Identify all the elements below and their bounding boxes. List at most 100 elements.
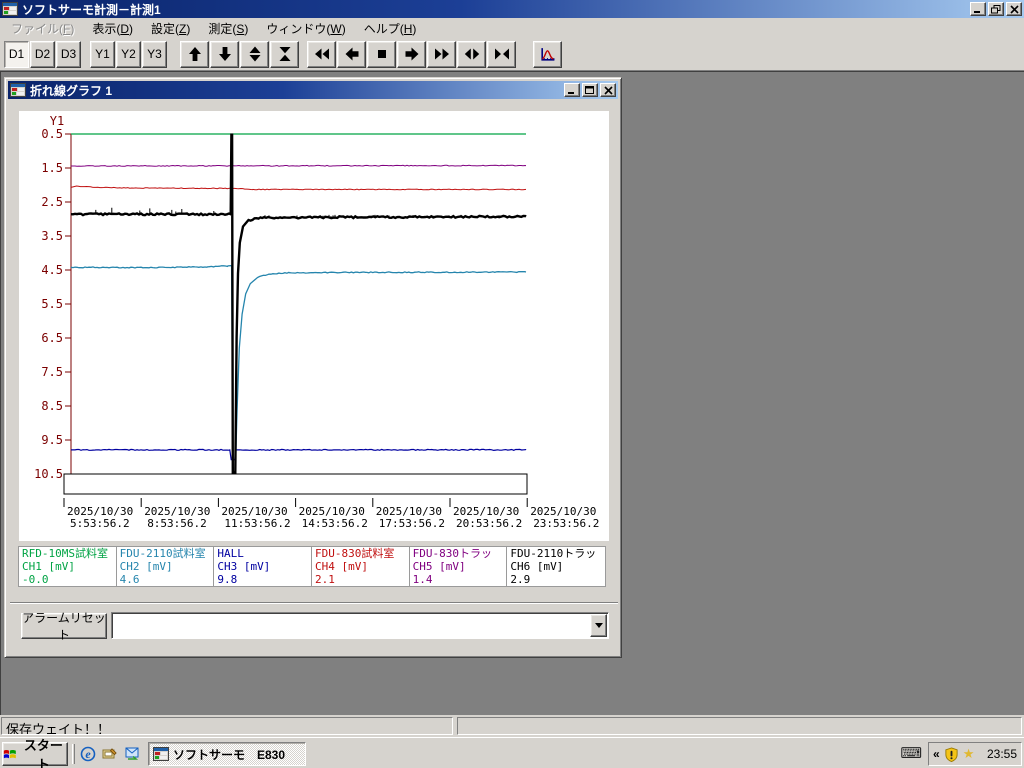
graph-window-icon — [10, 83, 26, 97]
series-ch4-line — [70, 185, 527, 191]
app-icon — [153, 747, 169, 761]
y-tick-label: 3.5 — [41, 229, 63, 243]
rewind-button[interactable] — [307, 40, 336, 68]
star-tray-icon[interactable]: ★ — [963, 746, 975, 762]
security-shield-icon[interactable] — [944, 746, 959, 762]
x-tick-time: 20:53:56.2 — [456, 517, 522, 530]
y-tick-label: 2.5 — [41, 195, 63, 209]
main-title-bar[interactable]: ソフトサーモ計測－計測1 — [0, 0, 1024, 18]
graph-minimize-button[interactable] — [564, 83, 580, 97]
legend-cell-ch5: FDU-830トラッ CH5 [mV] 1.4 — [410, 547, 508, 586]
expand-horizontal-icon — [464, 48, 479, 60]
legend-cell-ch3: HALL CH3 [mV] 9.8 — [214, 547, 312, 586]
y2-button[interactable]: Y2 — [116, 40, 141, 68]
minimize-button[interactable] — [970, 2, 986, 16]
graph-window: 折れ線グラフ 1 Y1 0.5 1.5 2.5 3.5 4.5 5.5 6.5 7.5 8.5 9.… — [4, 77, 622, 658]
taskbar: スタート e ソフトサーモ E830 ⌨ « ★ 23:55 — [0, 737, 1024, 768]
scroll-up-button[interactable] — [180, 40, 209, 68]
series-ch3-line — [70, 448, 527, 461]
y-tick-label: 7.5 — [41, 365, 63, 379]
y3-button[interactable]: Y3 — [142, 40, 167, 68]
system-tray: « ★ 23:55 — [928, 742, 1022, 766]
menu-item-measure[interactable]: 測定(S) — [199, 18, 257, 39]
minimize-icon — [568, 91, 574, 94]
menu-item-help[interactable]: ヘルプ(H) — [355, 18, 426, 39]
y-tick-label: 0.5 — [41, 127, 63, 141]
status-bar: 保存ウェイト！！ — [0, 715, 1024, 737]
x-tick-time: 8:53:56.2 — [147, 517, 207, 530]
outlook-express-icon[interactable] — [122, 744, 142, 764]
series-ch6-line — [70, 133, 527, 474]
status-panel-right — [457, 717, 1022, 735]
combo-dropdown-button[interactable] — [590, 614, 607, 637]
x-tick-time: 14:53:56.2 — [302, 517, 368, 530]
compress-vertical-button[interactable] — [270, 40, 299, 68]
graph-close-button[interactable] — [600, 83, 616, 97]
menu-item-setting[interactable]: 設定(Z) — [142, 18, 199, 39]
start-button[interactable]: スタート — [2, 738, 68, 768]
series-ch5-line — [71, 164, 527, 167]
expand-horizontal-button[interactable] — [457, 40, 486, 68]
arrow-right-icon — [405, 47, 418, 61]
x-tick-time: 11:53:56.2 — [224, 517, 290, 530]
y1-button[interactable]: Y1 — [90, 40, 115, 68]
toolbar: D1 D2 D3 Y1 Y2 Y3 — [0, 38, 1024, 71]
maximize-icon — [585, 85, 594, 94]
close-button[interactable] — [1006, 2, 1022, 16]
scroll-left-button[interactable] — [337, 40, 366, 68]
screen: ソフトサーモ計測－計測1 ファイル(F) 表示(D) 設定(Z) 測定(S) ウィンドウ… — [0, 0, 1024, 768]
y-tick-label: 1.5 — [41, 161, 63, 175]
alarm-combo-box[interactable] — [111, 612, 609, 639]
y-tick-label: 10.5 — [34, 467, 63, 481]
windows-logo-icon — [3, 749, 16, 759]
x-tick-time: 17:53:56.2 — [379, 517, 445, 530]
taskbar-app-label: ソフトサーモ E830 — [173, 747, 286, 762]
quick-launch-handle[interactable] — [72, 744, 75, 764]
x-tick-time: 23:53:56.2 — [533, 517, 599, 530]
expand-vertical-button[interactable] — [240, 40, 269, 68]
graph-window-title-bar[interactable]: 折れ線グラフ 1 — [8, 81, 618, 99]
close-icon — [1009, 4, 1019, 14]
arrow-left-icon — [345, 47, 358, 61]
compress-horizontal-icon — [494, 48, 509, 60]
close-icon — [603, 85, 613, 95]
scroll-right-button[interactable] — [397, 40, 426, 68]
d1-button[interactable]: D1 — [4, 40, 29, 68]
scroll-down-button[interactable] — [210, 40, 239, 68]
restore-icon — [991, 4, 1001, 13]
y-tick-label: 8.5 — [41, 399, 63, 413]
legend-cell-ch4: FDU-830試料室 CH4 [mV] 2.1 — [312, 547, 410, 586]
menu-item-view[interactable]: 表示(D) — [83, 18, 142, 39]
app-icon — [2, 2, 18, 16]
restore-button[interactable] — [988, 2, 1004, 16]
status-message: 保存ウェイト！！ — [1, 717, 453, 735]
y-tick-label: 5.5 — [41, 297, 63, 311]
d3-button[interactable]: D3 — [56, 40, 81, 68]
compress-vertical-icon — [279, 47, 290, 61]
taskbar-clock: 23:55 — [986, 747, 1017, 761]
chevron-down-icon — [594, 623, 603, 628]
svg-text:e: e — [85, 747, 91, 761]
tray-collapse-chevron[interactable]: « — [933, 747, 940, 761]
menu-item-file[interactable]: ファイル(F) — [2, 18, 83, 39]
compress-horizontal-button[interactable] — [487, 40, 516, 68]
d2-button[interactable]: D2 — [30, 40, 55, 68]
y-tick-label: 9.5 — [41, 433, 63, 447]
keyboard-tray-icon[interactable]: ⌨ — [900, 744, 922, 762]
graph-window-title: 折れ線グラフ 1 — [30, 83, 113, 98]
y-tick-label: 4.5 — [41, 263, 63, 277]
alarm-reset-button[interactable]: アラームリセット — [21, 611, 107, 642]
fast-forward-icon — [434, 48, 449, 60]
graph-settings-button[interactable] — [533, 40, 562, 68]
fast-forward-button[interactable] — [427, 40, 456, 68]
taskbar-app-button[interactable]: ソフトサーモ E830 — [148, 742, 306, 766]
rewind-icon — [314, 48, 329, 60]
show-desktop-icon[interactable] — [100, 744, 120, 764]
stop-icon — [377, 50, 386, 58]
internet-explorer-icon[interactable]: e — [78, 744, 98, 764]
stop-button[interactable] — [367, 40, 396, 68]
x-tick-time: 5:53:56.2 — [70, 517, 130, 530]
menu-item-window[interactable]: ウィンドウ(W) — [257, 18, 354, 39]
y-axis-label: Y1 — [50, 114, 64, 128]
graph-maximize-button[interactable] — [582, 83, 598, 97]
